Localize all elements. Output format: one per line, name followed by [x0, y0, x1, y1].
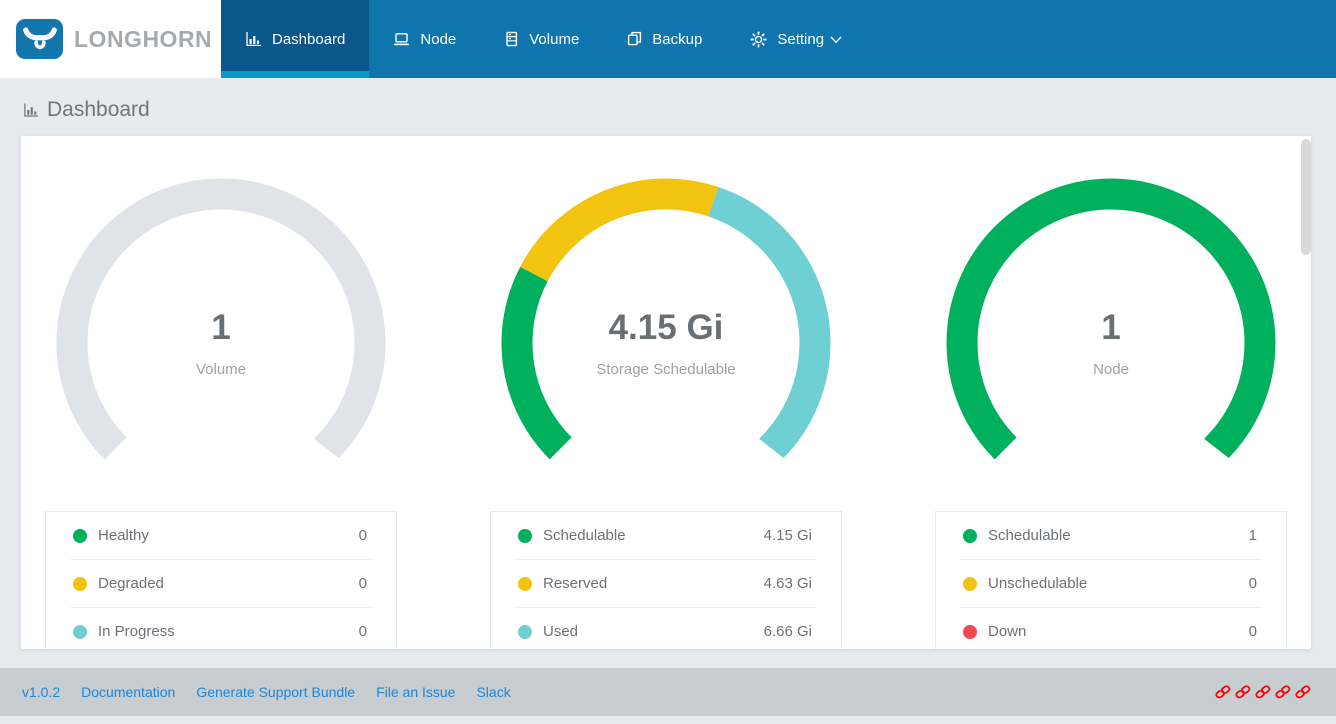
legend-value: 6.66 Gi	[764, 623, 812, 640]
longhorn-bull-icon	[16, 19, 63, 59]
brand-name: LONGHORN	[74, 26, 212, 53]
legend-value: 4.63 Gi	[764, 575, 812, 592]
nav-tab-dashboard[interactable]: Dashboard	[221, 0, 369, 78]
legend-label: Down	[988, 623, 1026, 640]
legend-label: Used	[543, 623, 578, 640]
page-title: Dashboard	[0, 78, 1336, 136]
backup-icon	[627, 31, 642, 47]
status-dot	[73, 577, 87, 591]
legend-row: In Progress 0	[46, 608, 396, 649]
status-dot	[963, 529, 977, 543]
legend-row: Unschedulable 0	[936, 560, 1286, 607]
legend-label: Reserved	[543, 575, 607, 592]
legend-label: In Progress	[98, 623, 175, 640]
broken-link-icon	[1295, 684, 1312, 701]
nav-tab-node[interactable]: Node	[369, 0, 480, 78]
volume-legend-card: Healthy 0 Degraded 0 In Progress 0	[45, 511, 397, 649]
vertical-scrollbar-thumb[interactable]	[1301, 139, 1311, 255]
status-dot	[73, 529, 87, 543]
laptop-icon	[393, 31, 410, 47]
status-dot	[963, 577, 977, 591]
status-dot	[963, 625, 977, 639]
nav-tab-label: Backup	[652, 31, 702, 48]
legend-value: 0	[1249, 623, 1257, 640]
broken-link-icon	[1255, 684, 1272, 701]
bar-chart-icon	[23, 102, 39, 118]
storage-gauge-section: 4.15 Gi Storage Schedulable Schedulable …	[490, 173, 842, 649]
legend-label: Healthy	[98, 527, 149, 544]
documentation-link[interactable]: Documentation	[81, 684, 175, 700]
nav-tab-label: Node	[420, 31, 456, 48]
node-gauge-section: 1 Node Schedulable 1 Unschedulable 0 Dow…	[935, 173, 1287, 649]
legend-label: Unschedulable	[988, 575, 1087, 592]
page-title-text: Dashboard	[47, 98, 150, 122]
legend-value: 0	[359, 575, 367, 592]
nav-tab-label: Dashboard	[272, 31, 345, 48]
nav-tab-volume[interactable]: Volume	[480, 0, 603, 78]
generate-support-bundle-link[interactable]: Generate Support Bundle	[196, 684, 355, 700]
footer-bar: v1.0.2 Documentation Generate Support Bu…	[0, 668, 1336, 716]
storage-legend-card: Schedulable 4.15 Gi Reserved 4.63 Gi Use…	[490, 511, 842, 649]
chevron-down-icon	[830, 36, 842, 44]
status-dot	[518, 577, 532, 591]
legend-row: Reserved 4.63 Gi	[491, 560, 841, 607]
bar-chart-icon	[245, 31, 262, 47]
top-nav-bar: LONGHORN Dashboard Node Volu	[0, 0, 1336, 78]
legend-row: Degraded 0	[46, 560, 396, 607]
volume-icon	[504, 31, 519, 47]
storage-gauge-chart: 4.15 Gi Storage Schedulable	[496, 173, 836, 513]
legend-value: 0	[359, 527, 367, 544]
nav-tab-label: Volume	[529, 31, 579, 48]
legend-value: 1	[1249, 527, 1257, 544]
legend-value: 0	[359, 623, 367, 640]
node-gauge-chart: 1 Node	[941, 173, 1281, 513]
volume-gauge-chart: 1 Volume	[51, 173, 391, 513]
legend-label: Schedulable	[988, 527, 1071, 544]
legend-row: Healthy 0	[46, 512, 396, 559]
nav-tab-setting[interactable]: Setting	[726, 0, 866, 78]
status-dot	[73, 625, 87, 639]
legend-row: Used 6.66 Gi	[491, 608, 841, 649]
gear-icon	[750, 31, 767, 48]
broken-link-icon	[1275, 684, 1292, 701]
status-dot	[518, 529, 532, 543]
footer-broken-link-icons[interactable]	[1215, 684, 1312, 701]
dashboard-card: 1 Volume Healthy 0 Degraded 0 In Progres…	[21, 136, 1311, 649]
broken-link-icon	[1215, 684, 1232, 701]
legend-label: Schedulable	[543, 527, 626, 544]
legend-value: 0	[1249, 575, 1257, 592]
legend-row: Schedulable 4.15 Gi	[491, 512, 841, 559]
nav-tab-label: Setting	[777, 31, 824, 48]
legend-value: 4.15 Gi	[764, 527, 812, 544]
node-legend-card: Schedulable 1 Unschedulable 0 Down 0	[935, 511, 1287, 649]
status-dot	[518, 625, 532, 639]
file-an-issue-link[interactable]: File an Issue	[376, 684, 455, 700]
legend-row: Down 0	[936, 608, 1286, 649]
main-nav: Dashboard Node Volume Backup	[221, 0, 1336, 78]
volume-gauge-section: 1 Volume Healthy 0 Degraded 0 In Progres…	[45, 173, 397, 649]
broken-link-icon	[1235, 684, 1252, 701]
footer-links: v1.0.2 Documentation Generate Support Bu…	[22, 684, 511, 700]
legend-label: Degraded	[98, 575, 164, 592]
legend-row: Schedulable 1	[936, 512, 1286, 559]
slack-link[interactable]: Slack	[476, 684, 510, 700]
version-link[interactable]: v1.0.2	[22, 684, 60, 700]
longhorn-logo[interactable]: LONGHORN	[0, 0, 221, 78]
nav-tab-backup[interactable]: Backup	[603, 0, 726, 78]
